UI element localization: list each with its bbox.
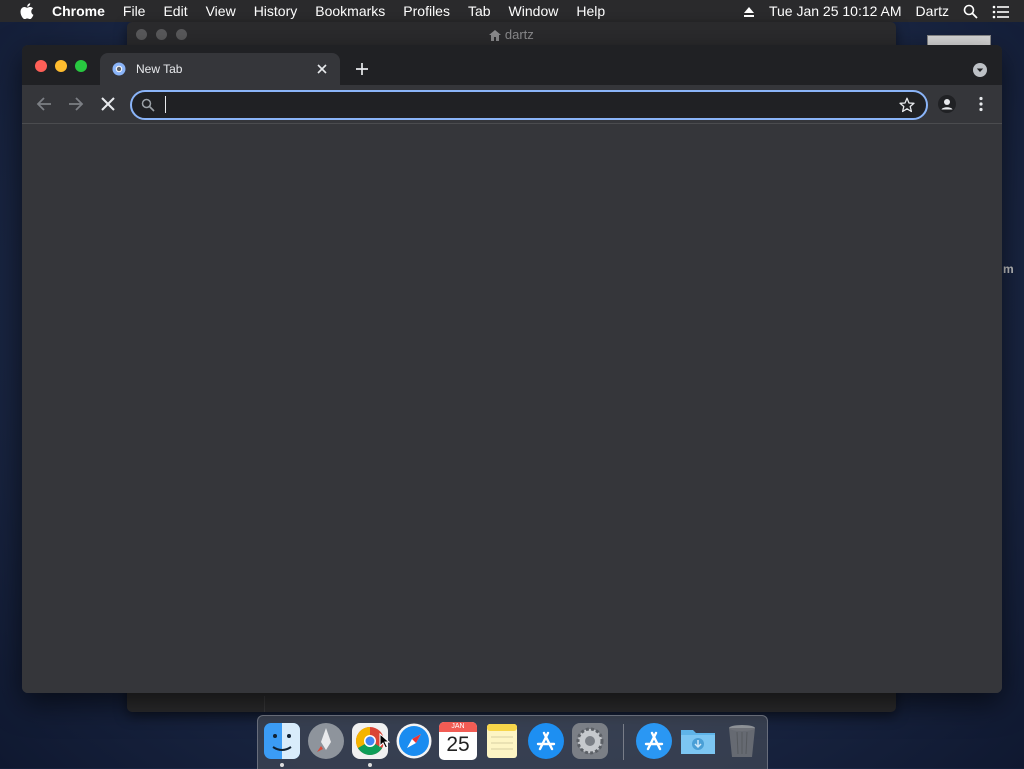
finder-running-indicator [280,763,284,767]
apple-icon[interactable] [20,3,34,19]
notification-center-icon[interactable] [992,3,1010,19]
close-tab-icon[interactable] [315,62,329,76]
close-window-button[interactable] [35,60,47,72]
notes-icon[interactable] [483,722,521,760]
menu-window[interactable]: Window [509,3,559,19]
chrome-window: New Tab [22,45,1002,693]
calendar-day: 25 [446,733,470,756]
menu-tab[interactable]: Tab [468,3,491,19]
tab-new-tab[interactable]: New Tab [100,53,340,85]
zoom-window-button[interactable] [75,60,87,72]
mouse-pointer-icon [379,733,390,749]
downloads-folder-icon[interactable] [679,722,717,760]
clock[interactable]: Tue Jan 25 10:12 AM [769,3,902,19]
bookmark-star-icon[interactable] [899,97,915,113]
chrome-running-indicator [368,763,372,767]
background-window-sidebar [127,696,265,712]
background-window-edge-text: m [1003,262,1014,276]
menu-bar: Chrome File Edit View History Bookmarks … [0,0,1024,22]
safari-icon[interactable] [395,722,433,760]
search-icon [141,98,155,112]
page-content[interactable] [22,124,1002,693]
home-folder-icon [489,30,502,42]
menu-profiles[interactable]: Profiles [403,3,450,19]
launchpad-icon[interactable] [307,722,345,760]
back-arrow-icon[interactable] [35,95,53,113]
system-preferences-icon[interactable] [571,722,609,760]
profile-avatar-icon[interactable] [938,95,956,113]
chrome-favicon-icon [112,62,126,76]
app-store-installer-icon[interactable] [635,722,673,760]
tab-title: New Tab [136,62,183,76]
spotlight-search-icon[interactable] [963,3,978,20]
user-name[interactable]: Dartz [916,3,949,19]
forward-arrow-icon[interactable] [67,95,85,113]
menu-file[interactable]: File [123,3,146,19]
menu-history[interactable]: History [254,3,298,19]
calendar-month: JAN [439,722,477,732]
dock: JAN 25 [257,715,768,769]
background-window-title-text: dartz [504,27,534,42]
finder-icon[interactable] [263,722,301,760]
background-window-titlebar[interactable]: dartz [127,22,896,46]
new-tab-plus-icon[interactable] [355,62,369,76]
background-window-title: dartz [127,27,896,42]
stop-loading-icon[interactable] [99,95,117,113]
trash-icon[interactable] [723,722,761,760]
tab-search-dropdown-icon[interactable] [973,63,987,77]
omnibox-input[interactable] [162,95,886,115]
menu-view[interactable]: View [206,3,236,19]
minimize-window-button[interactable] [55,60,67,72]
calendar-icon[interactable]: JAN 25 [439,722,477,760]
omnibox[interactable] [130,90,928,120]
menu-extras: Tue Jan 25 10:12 AM Dartz [743,0,1024,22]
menu-edit[interactable]: Edit [163,3,187,19]
tab-strip: New Tab [22,45,1002,85]
dock-separator [623,724,624,760]
menu-help[interactable]: Help [576,3,605,19]
menu-app-name[interactable]: Chrome [52,3,105,19]
menu-bookmarks[interactable]: Bookmarks [315,3,385,19]
toolbar [22,85,1002,124]
more-options-icon[interactable] [972,95,990,113]
app-store-icon[interactable] [527,722,565,760]
eject-icon[interactable] [743,3,755,19]
